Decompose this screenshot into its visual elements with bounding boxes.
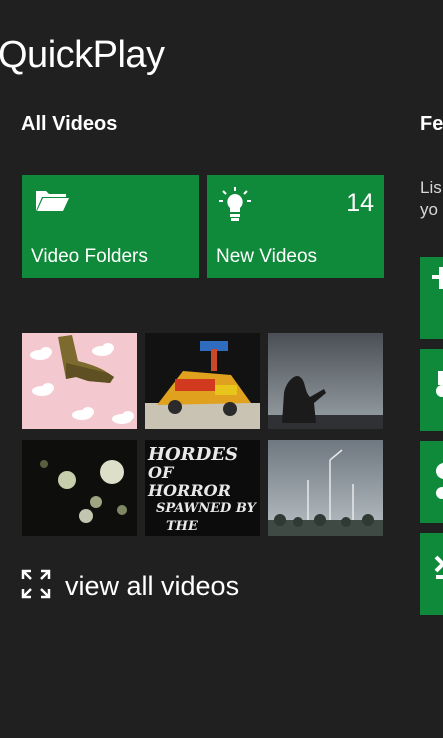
- new-videos-tile[interactable]: 14 New Videos: [207, 175, 384, 278]
- video-folders-tile[interactable]: Video Folders: [22, 175, 199, 278]
- all-videos-heading[interactable]: All Videos: [21, 113, 117, 136]
- video-thumbnail-bokeh[interactable]: [22, 440, 137, 536]
- horror-line-4: THE DEVIL...: [166, 519, 198, 534]
- video-thumbnail-bear[interactable]: [268, 333, 383, 429]
- right-section-heading[interactable]: Fe: [420, 113, 443, 136]
- app-title: QuickPlay: [0, 34, 165, 76]
- view-all-videos-link[interactable]: view all videos: [21, 566, 239, 606]
- right-tile-1[interactable]: [420, 257, 443, 339]
- video-thumbnail-horror[interactable]: HORDES OF HORROR SPAWNED BY THE DEVIL...: [145, 440, 260, 536]
- partial-icon-4: [434, 555, 443, 579]
- partial-icon-2: [436, 371, 443, 397]
- horror-line-1: HORDES: [148, 444, 238, 465]
- view-all-videos-label: view all videos: [65, 570, 240, 601]
- right-tile-2[interactable]: [420, 349, 443, 431]
- lightbulb-icon: [219, 187, 251, 228]
- video-folders-label: Video Folders: [31, 246, 148, 267]
- plus-icon: [432, 267, 443, 289]
- expand-icon: [21, 569, 51, 604]
- horror-line-3: SPAWNED BY: [156, 501, 256, 516]
- right-tile-4[interactable]: [420, 533, 443, 615]
- new-videos-count: 14: [346, 189, 374, 217]
- horror-line-2: OF HORROR: [148, 463, 231, 500]
- video-thumbnail-windmills[interactable]: [268, 440, 383, 536]
- video-thumbnail-lego[interactable]: [145, 333, 260, 429]
- right-section-description: Lis yo: [420, 178, 442, 219]
- video-thumbnail-boot[interactable]: [22, 333, 137, 429]
- new-videos-label: New Videos: [216, 246, 318, 267]
- right-tile-3[interactable]: [420, 441, 443, 523]
- folder-icon: [34, 187, 70, 218]
- partial-icon-3: [436, 463, 443, 499]
